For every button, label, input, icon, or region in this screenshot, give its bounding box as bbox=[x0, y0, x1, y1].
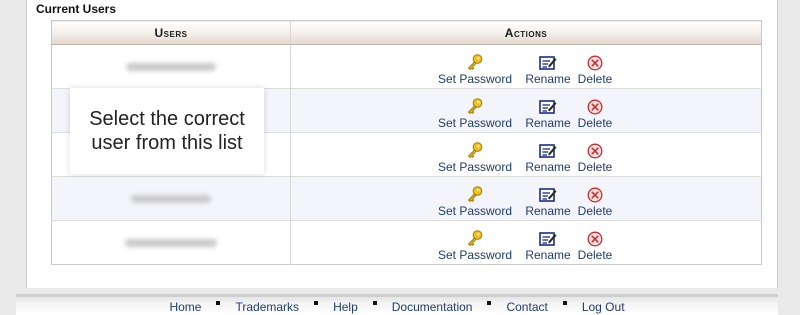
delete-button[interactable]: Delete bbox=[575, 185, 615, 218]
set-password-label: Set Password bbox=[437, 160, 513, 174]
actions-cell: Set Password Rename Delete bbox=[290, 220, 762, 265]
key-icon bbox=[466, 53, 484, 71]
delete-button[interactable]: Delete bbox=[575, 53, 615, 86]
delete-button[interactable]: Delete bbox=[575, 141, 615, 174]
user-cell[interactable] bbox=[51, 220, 291, 265]
actions-cell: Set Password Rename Delete bbox=[290, 176, 762, 221]
key-icon bbox=[466, 97, 484, 115]
rename-label: Rename bbox=[525, 160, 571, 174]
set-password-label: Set Password bbox=[437, 116, 513, 130]
key-icon bbox=[466, 141, 484, 159]
delete-label: Delete bbox=[577, 72, 613, 86]
set-password-button[interactable]: Set Password bbox=[437, 185, 513, 218]
delete-icon bbox=[587, 229, 603, 247]
delete-button[interactable]: Delete bbox=[575, 229, 615, 262]
set-password-button[interactable]: Set Password bbox=[437, 97, 513, 130]
rename-icon bbox=[539, 53, 557, 71]
set-password-label: Set Password bbox=[437, 72, 513, 86]
rename-icon bbox=[539, 141, 557, 159]
footer-link-documentation[interactable]: Documentation bbox=[392, 300, 473, 314]
delete-label: Delete bbox=[577, 116, 613, 130]
key-icon bbox=[466, 229, 484, 247]
footer-nav: Home Trademarks Help Documentation Conta… bbox=[16, 294, 778, 315]
rename-button[interactable]: Rename bbox=[525, 229, 571, 262]
blurred-username[interactable] bbox=[125, 238, 217, 247]
footer-separator bbox=[216, 301, 221, 305]
actions-cell: Set Password Rename Delete bbox=[290, 44, 762, 89]
set-password-button[interactable]: Set Password bbox=[437, 141, 513, 174]
user-cell[interactable] bbox=[51, 44, 291, 89]
rename-button[interactable]: Rename bbox=[525, 185, 571, 218]
footer-link-contact[interactable]: Contact bbox=[506, 300, 547, 314]
delete-icon bbox=[587, 141, 603, 159]
user-cell[interactable] bbox=[51, 176, 291, 221]
delete-label: Delete bbox=[577, 204, 613, 218]
blurred-username[interactable] bbox=[131, 194, 211, 203]
rename-label: Rename bbox=[525, 72, 571, 86]
rename-label: Rename bbox=[525, 248, 571, 262]
delete-label: Delete bbox=[577, 160, 613, 174]
callout-box: Select the correct user from this list bbox=[70, 88, 264, 174]
callout-line-1: Select the correct bbox=[89, 108, 245, 130]
key-icon bbox=[466, 185, 484, 203]
rename-label: Rename bbox=[525, 116, 571, 130]
footer-separator bbox=[314, 301, 319, 305]
delete-label: Delete bbox=[577, 248, 613, 262]
footer-separator bbox=[562, 301, 567, 305]
table-row: Set Password Rename Delete bbox=[51, 176, 762, 221]
delete-icon bbox=[587, 97, 603, 115]
delete-icon bbox=[587, 53, 603, 71]
footer-separator bbox=[487, 301, 492, 305]
delete-icon bbox=[587, 185, 603, 203]
set-password-label: Set Password bbox=[437, 248, 513, 262]
set-password-button[interactable]: Set Password bbox=[437, 53, 513, 86]
set-password-button[interactable]: Set Password bbox=[437, 229, 513, 262]
blurred-username[interactable] bbox=[126, 62, 216, 71]
footer-separator bbox=[372, 301, 377, 305]
section-title: Current Users bbox=[36, 2, 117, 16]
rename-icon bbox=[539, 97, 557, 115]
footer-link-trademarks[interactable]: Trademarks bbox=[235, 300, 299, 314]
actions-cell: Set Password Rename Delete bbox=[290, 132, 762, 177]
rename-icon bbox=[539, 185, 557, 203]
footer-link-help[interactable]: Help bbox=[333, 300, 358, 314]
actions-cell: Set Password Rename Delete bbox=[290, 88, 762, 133]
rename-button[interactable]: Rename bbox=[525, 141, 571, 174]
rename-button[interactable]: Rename bbox=[525, 53, 571, 86]
table-row: Set Password Rename Delete bbox=[51, 44, 762, 89]
actions-column-header: Actions bbox=[290, 20, 762, 45]
set-password-label: Set Password bbox=[437, 204, 513, 218]
table-row: Set Password Rename Delete bbox=[51, 220, 762, 265]
rename-button[interactable]: Rename bbox=[525, 97, 571, 130]
footer-link-log-out[interactable]: Log Out bbox=[582, 300, 625, 314]
footer-link-home[interactable]: Home bbox=[169, 300, 201, 314]
callout-line-2: user from this list bbox=[91, 132, 243, 154]
delete-button[interactable]: Delete bbox=[575, 97, 615, 130]
users-column-header: Users bbox=[51, 20, 291, 45]
rename-icon bbox=[539, 229, 557, 247]
rename-label: Rename bbox=[525, 204, 571, 218]
